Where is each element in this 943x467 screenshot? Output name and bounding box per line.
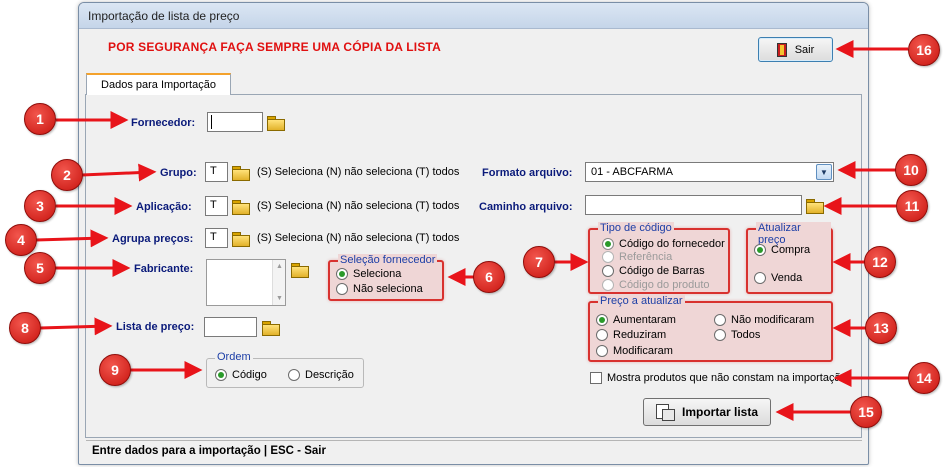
badge-4: 4 <box>5 224 37 256</box>
badge-13: 13 <box>865 312 897 344</box>
badge-8: 8 <box>9 312 41 344</box>
badge-9: 9 <box>99 354 131 386</box>
arrow-8 <box>39 317 113 336</box>
arrow-2 <box>81 163 157 182</box>
badge-5: 5 <box>24 252 56 284</box>
badge-14: 14 <box>908 362 940 394</box>
badge-11: 11 <box>896 190 928 222</box>
badge-7: 7 <box>523 246 555 278</box>
badge-10: 10 <box>895 154 927 186</box>
badge-6: 6 <box>473 261 505 293</box>
badge-15: 15 <box>850 396 882 428</box>
badge-16: 16 <box>908 34 940 66</box>
annotation-arrows <box>35 40 908 421</box>
badge-2: 2 <box>51 159 83 191</box>
badge-1: 1 <box>24 103 56 135</box>
badge-3: 3 <box>24 190 56 222</box>
badge-12: 12 <box>864 246 896 278</box>
arrow-4 <box>35 229 109 248</box>
